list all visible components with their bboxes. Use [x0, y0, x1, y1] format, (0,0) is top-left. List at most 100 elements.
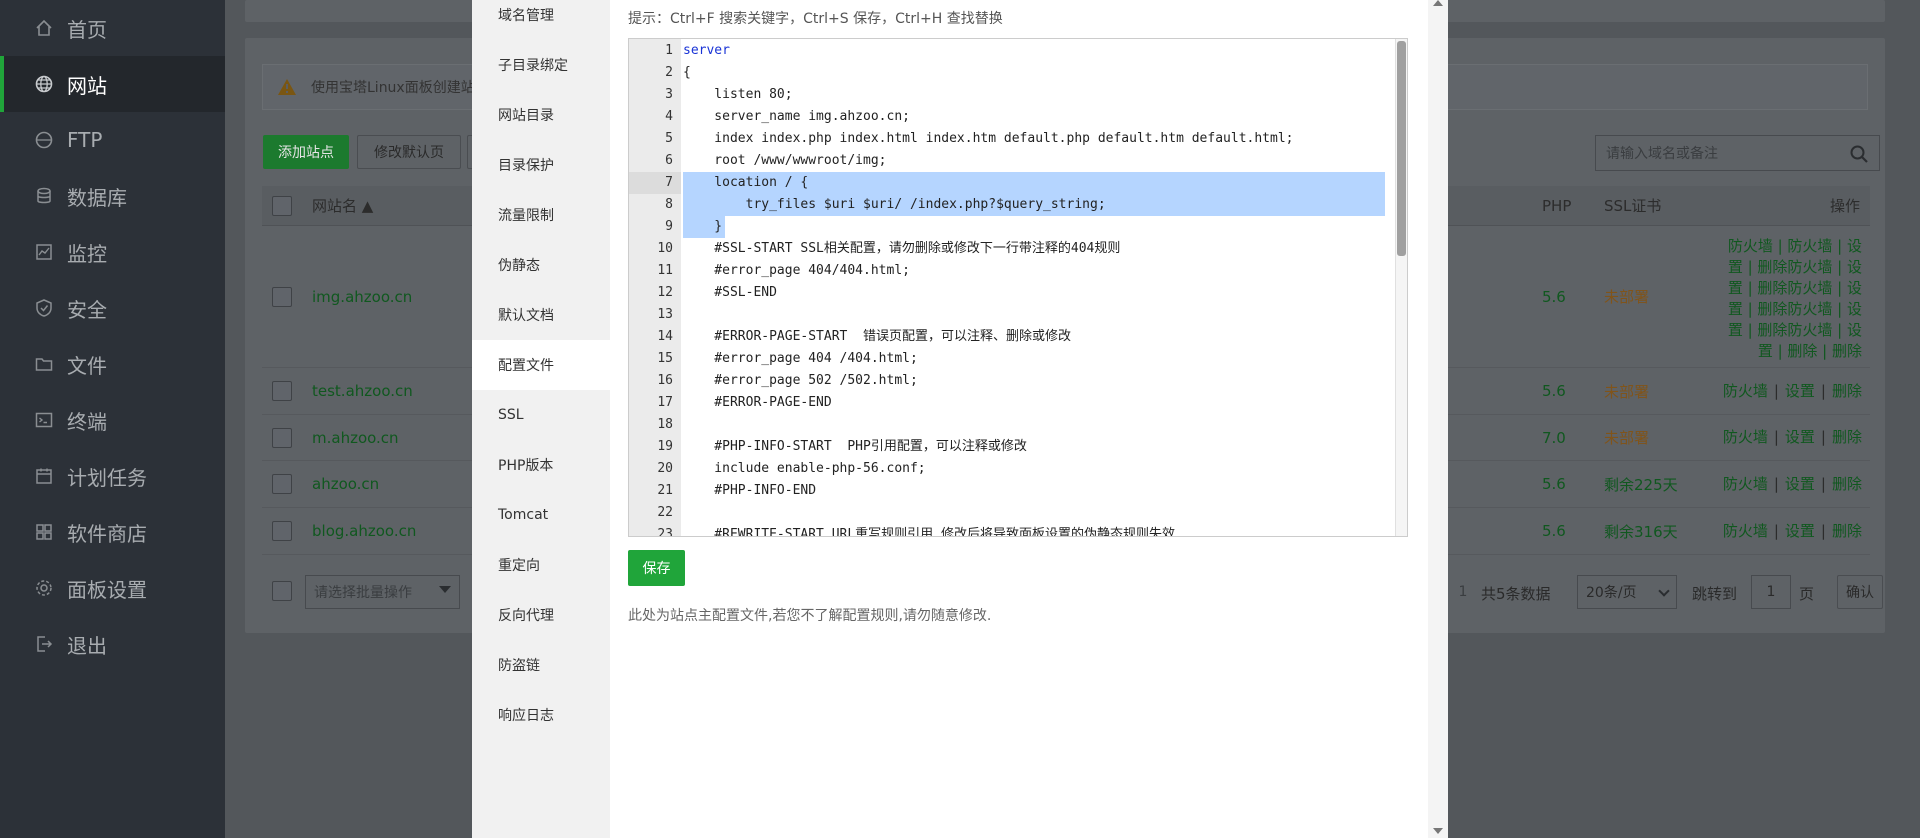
row-checkbox[interactable]	[272, 521, 292, 541]
code-text: include enable-php-56.conf;	[683, 461, 926, 476]
code-line: 9 }	[629, 216, 1389, 238]
modal-nav-hotlink[interactable]: 防盗链	[472, 640, 610, 690]
editor-scrollbar-thumb[interactable]	[1397, 41, 1406, 256]
config-code-editor[interactable]: 1 server 2{ 3 listen 80; 4 server_name im…	[628, 38, 1408, 537]
php-version[interactable]: 5.6	[1542, 382, 1566, 400]
modal-nav-ssl[interactable]: SSL	[472, 390, 610, 440]
php-version[interactable]: 5.6	[1542, 288, 1566, 306]
sidebar-item-files[interactable]: 文件	[0, 336, 225, 392]
site-name-link[interactable]: ahzoo.cn	[312, 475, 379, 493]
firewall-link[interactable]: 防火墙	[1723, 522, 1768, 540]
sidebar: 首页 网站 FTP 数据库 监控 安全 文件 终端 计划任务 软件商店 面板设置	[0, 0, 225, 838]
site-name-link[interactable]: test.ahzoo.cn	[312, 382, 413, 400]
sidebar-item-cron[interactable]: 计划任务	[0, 448, 225, 504]
modal-scrollbar[interactable]	[1428, 0, 1448, 838]
site-name-link[interactable]: img.ahzoo.cn	[312, 288, 412, 306]
delete-link[interactable]: 删除	[1832, 428, 1862, 446]
select-all-checkbox[interactable]	[272, 195, 292, 216]
batch-action-select[interactable]: 请选择批量操作	[305, 575, 460, 609]
modal-nav-dir-protect[interactable]: 目录保护	[472, 140, 610, 190]
goto-page-input[interactable]: 1	[1751, 575, 1791, 609]
modal-nav-redirect[interactable]: 重定向	[472, 540, 610, 590]
firewall-link[interactable]: 防火墙	[1723, 382, 1768, 400]
footer-select-all-checkbox[interactable]	[272, 581, 292, 601]
sidebar-item-label: FTP	[67, 128, 103, 152]
code-line: 21 #PHP-INFO-END	[629, 480, 1389, 502]
modal-nav-tomcat[interactable]: Tomcat	[472, 490, 610, 540]
php-version[interactable]: 5.6	[1542, 475, 1566, 493]
php-version[interactable]: 5.6	[1542, 522, 1566, 540]
modal-nav-reverse-proxy[interactable]: 反向代理	[472, 590, 610, 640]
modal-nav-domain[interactable]: 域名管理	[472, 0, 610, 40]
modify-default-page-button[interactable]: 修改默认页	[357, 135, 461, 169]
modal-nav-site-dir[interactable]: 网站目录	[472, 90, 610, 140]
modal-nav-traffic-limit[interactable]: 流量限制	[472, 190, 610, 240]
row-checkbox[interactable]	[272, 286, 292, 307]
row-checkbox[interactable]	[272, 427, 292, 448]
scroll-up-arrow-icon[interactable]	[1433, 0, 1443, 6]
settings-link[interactable]: 设置	[1785, 522, 1815, 540]
code-text: #error_page 404 /404.html;	[683, 351, 918, 366]
per-page-select[interactable]: 20条/页	[1577, 575, 1677, 609]
row-checkbox[interactable]	[272, 381, 292, 401]
search-icon[interactable]	[1849, 144, 1869, 164]
ops-line[interactable]: 置 | 删除 | 删除	[1728, 341, 1862, 362]
ssl-status[interactable]: 未部署	[1604, 286, 1649, 307]
ssl-status[interactable]: 剩余316天	[1604, 521, 1678, 542]
save-button[interactable]: 保存	[628, 550, 685, 586]
sidebar-item-security[interactable]: 安全	[0, 280, 225, 336]
firewall-link[interactable]: 防火墙	[1723, 428, 1768, 446]
modal-nav-rewrite[interactable]: 伪静态	[472, 240, 610, 290]
settings-link[interactable]: 设置	[1785, 382, 1815, 400]
site-name-link[interactable]: blog.ahzoo.cn	[312, 522, 416, 540]
ops-line[interactable]: 置 | 删除防火墙 | 设	[1728, 257, 1862, 278]
settings-link[interactable]: 设置	[1785, 475, 1815, 493]
sidebar-item-website[interactable]: 网站	[0, 56, 225, 112]
search-input[interactable]: 请输入域名或备注	[1595, 135, 1880, 171]
ssl-status[interactable]: 未部署	[1604, 427, 1649, 448]
page-current[interactable]: 1	[1448, 575, 1478, 609]
col-site-name[interactable]: 网站名 ▲	[312, 195, 373, 216]
ssl-status[interactable]: 未部署	[1604, 381, 1649, 402]
modal-nav-config-file[interactable]: 配置文件	[472, 340, 610, 390]
delete-link[interactable]: 删除	[1832, 522, 1862, 540]
code-line: 1 server	[665, 43, 730, 58]
site-settings-modal: 域名管理 子目录绑定 网站目录 目录保护 流量限制 伪静态 默认文档 配置文件 …	[472, 0, 1448, 838]
ops-line[interactable]: 置 | 删除防火墙 | 设	[1728, 278, 1862, 299]
sidebar-item-label: 软件商店	[67, 521, 147, 546]
firewall-link[interactable]: 防火墙	[1723, 475, 1768, 493]
sidebar-item-terminal[interactable]: 终端	[0, 392, 225, 448]
row-checkbox[interactable]	[272, 474, 292, 494]
ops-separator: |	[1773, 521, 1779, 540]
ops-line[interactable]: 防火墙 | 防火墙 | 设	[1728, 236, 1862, 257]
modal-nav-default-doc[interactable]: 默认文档	[472, 290, 610, 340]
modal-nav-php-version[interactable]: PHP版本	[472, 440, 610, 490]
code-text: #ERROR-PAGE-END	[683, 395, 832, 410]
ops-line[interactable]: 置 | 删除防火墙 | 设	[1728, 320, 1862, 341]
ssl-status[interactable]: 剩余225天	[1604, 474, 1678, 495]
code-text: server_name img.ahzoo.cn;	[683, 109, 910, 124]
modal-nav-response-log[interactable]: 响应日志	[472, 690, 610, 740]
add-site-button[interactable]: 添加站点	[263, 135, 349, 169]
code-text: #REWRITE-START URL重写规则引用,修改后将导致面板设置的伪静态规…	[683, 527, 1176, 537]
sidebar-item-ftp[interactable]: FTP	[0, 112, 225, 168]
sidebar-item-store[interactable]: 软件商店	[0, 504, 225, 560]
scroll-down-arrow-icon[interactable]	[1433, 828, 1443, 834]
sidebar-item-database[interactable]: 数据库	[0, 168, 225, 224]
settings-link[interactable]: 设置	[1785, 428, 1815, 446]
editor-scrollbar[interactable]	[1395, 39, 1407, 536]
delete-link[interactable]: 删除	[1832, 475, 1862, 493]
modal-nav: 域名管理 子目录绑定 网站目录 目录保护 流量限制 伪静态 默认文档 配置文件 …	[472, 0, 610, 838]
ops-line[interactable]: 置 | 删除防火墙 | 设	[1728, 299, 1862, 320]
sidebar-item-monitor[interactable]: 监控	[0, 224, 225, 280]
modal-nav-subdir[interactable]: 子目录绑定	[472, 40, 610, 90]
php-version[interactable]: 7.0	[1542, 429, 1566, 447]
confirm-button[interactable]: 确认	[1837, 575, 1883, 609]
sidebar-item-settings[interactable]: 面板设置	[0, 560, 225, 616]
sidebar-item-label: 安全	[67, 297, 107, 322]
sidebar-item-logout[interactable]: 退出	[0, 616, 225, 672]
site-name-link[interactable]: m.ahzoo.cn	[312, 429, 399, 447]
sidebar-item-home[interactable]: 首页	[0, 0, 225, 56]
delete-link[interactable]: 删除	[1832, 382, 1862, 400]
calendar-icon	[33, 465, 55, 487]
